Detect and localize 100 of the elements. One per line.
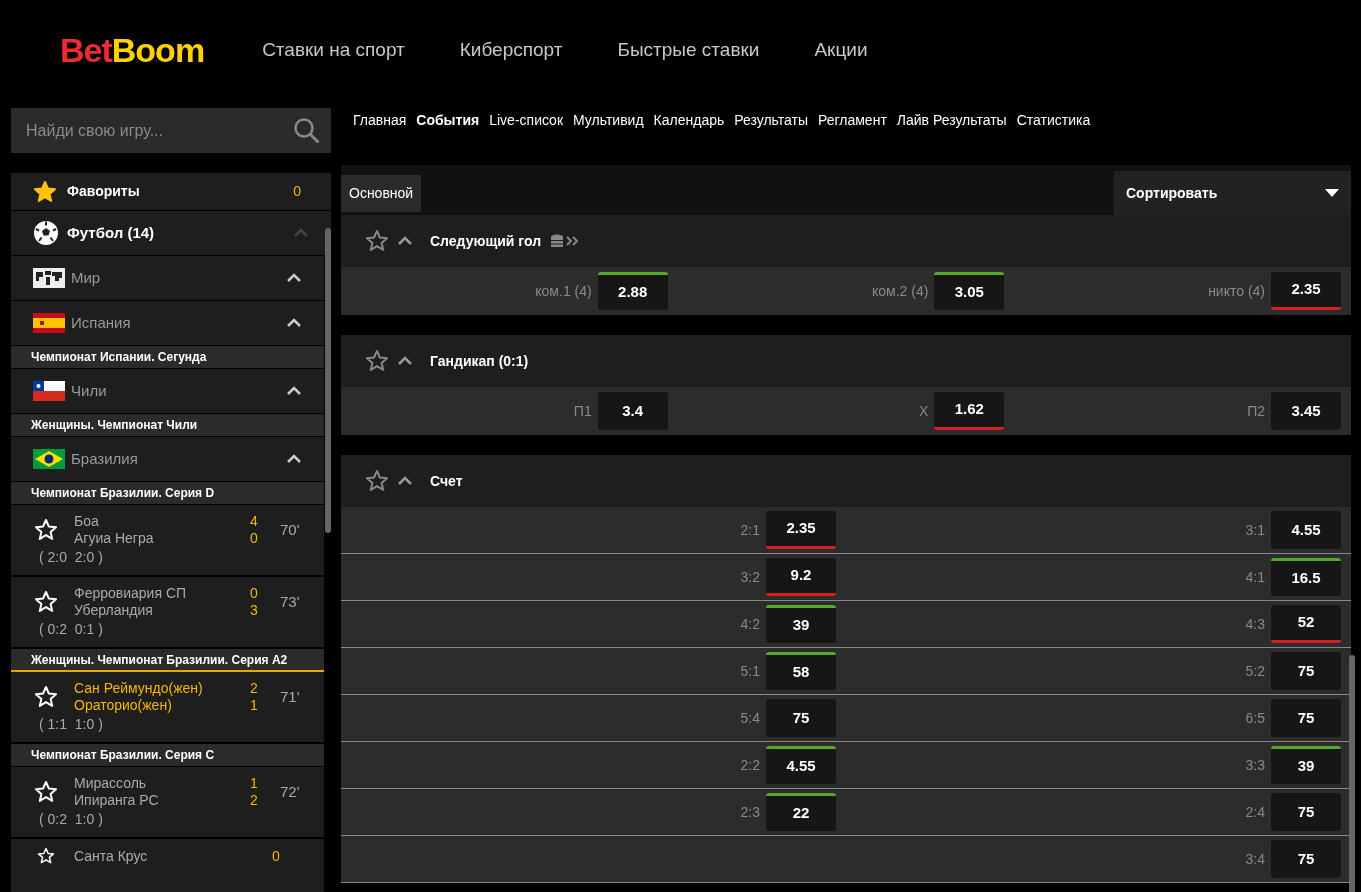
odds-button[interactable]: 2.35 — [1271, 272, 1341, 310]
menu-link[interactable]: Календарь — [653, 110, 725, 165]
odds-button[interactable]: 75 — [766, 699, 836, 737]
odds-button[interactable]: 3.45 — [1271, 392, 1341, 430]
menu-link[interactable]: Мультивид — [573, 110, 644, 165]
score: 2 — [250, 792, 259, 809]
sport-item[interactable]: Футбол (14) — [11, 211, 331, 256]
tab[interactable]: Основной — [341, 175, 422, 212]
league-item[interactable]: Чемпионат Бразилии. Серия С — [11, 744, 324, 767]
menu-link[interactable]: Регламент — [818, 110, 887, 165]
market-title: Счет — [430, 471, 463, 491]
caret-icon — [1325, 189, 1339, 197]
odds-button[interactable]: 75 — [1271, 840, 1341, 878]
league-item[interactable]: Чемпионат Испании. Сегунда — [11, 346, 324, 369]
menu-link[interactable]: Главная — [353, 110, 407, 165]
outcome-label: 2:3 — [740, 802, 760, 822]
search-input[interactable]: Найди свою игру... — [24, 117, 293, 144]
nav-link[interactable]: Акции — [814, 35, 868, 65]
search-field[interactable]: Найди свою игру... — [11, 108, 331, 153]
odds-button[interactable]: 39 — [1271, 746, 1341, 784]
star-icon[interactable] — [365, 349, 389, 373]
odds-button[interactable]: 75 — [1271, 652, 1341, 690]
score: 4 — [250, 513, 259, 530]
logo[interactable]: BetBoom — [60, 24, 205, 76]
sort-dropdown[interactable]: Сортировать — [1114, 171, 1351, 215]
odds-button[interactable]: 1.62 — [934, 392, 1005, 430]
score: 1 — [250, 775, 259, 792]
score: 0 — [272, 847, 281, 865]
odds-button[interactable]: 4.55 — [1271, 511, 1341, 549]
odds-button[interactable]: 4.55 — [766, 746, 836, 784]
menu-link[interactable]: Результаты — [734, 110, 808, 165]
favorites-item[interactable]: Фавориты 0 — [11, 173, 331, 211]
sport-label: Футбол (14) — [67, 222, 155, 243]
match-item[interactable]: Боа Агуиа Негра 4 0 70' ( 2:0 2:0 ) — [11, 505, 324, 577]
outcome-label: 2:2 — [740, 755, 760, 775]
country-item[interactable]: Испания — [11, 301, 324, 346]
star-icon[interactable] — [34, 590, 58, 614]
match-time: 70' — [280, 519, 301, 540]
odds-button[interactable]: 2.35 — [766, 511, 836, 549]
match-time: 73' — [280, 591, 301, 612]
nav-link[interactable]: Быстрые ставки — [617, 35, 760, 65]
odds-button[interactable]: 39 — [766, 605, 836, 643]
odds-button[interactable]: 58 — [766, 652, 836, 690]
star-icon[interactable] — [365, 469, 389, 493]
outcome-label: ком.1 (4) — [535, 281, 592, 301]
odds-button[interactable]: 2.88 — [597, 272, 668, 310]
match-item[interactable]: Мирассоль Ипиранга РС 1 2 72' ( 0:2 1:0 ) — [11, 767, 324, 839]
menu-link[interactable]: Статистика — [1016, 110, 1091, 165]
match-item[interactable]: Санта Крус 0 — [11, 839, 324, 892]
country-label: Чили — [71, 380, 107, 401]
search-icon[interactable] — [293, 116, 321, 145]
team-name: Боа — [74, 513, 100, 530]
star-icon[interactable] — [33, 179, 57, 204]
match-item[interactable]: Сан Реймундо(жен) Ораторио(жен) 2 1 71' ( 1:1 1:0 ) — [11, 672, 324, 744]
match-item[interactable]: Ферровиария СП Уберландия 0 3 73' ( 0:2 0:1 ) — [11, 577, 324, 649]
odds-button[interactable]: 16.5 — [1271, 558, 1341, 596]
scrollbar[interactable] — [325, 228, 331, 533]
league-item[interactable]: Чемпионат Бразилии. Серия D — [11, 482, 324, 505]
nav-link[interactable]: Киберспорт — [459, 35, 563, 65]
odds-button[interactable]: 9.2 — [766, 558, 836, 596]
team-name: Мирассоль — [74, 775, 148, 792]
score: 1 — [250, 697, 259, 714]
odds-button[interactable]: 22 — [766, 793, 836, 831]
odds-button[interactable]: 75 — [1271, 699, 1341, 737]
odds-button[interactable]: 75 — [1271, 793, 1341, 831]
star-icon[interactable] — [365, 229, 389, 253]
star-icon[interactable] — [34, 780, 58, 804]
country-item[interactable]: Бразилия — [11, 437, 324, 482]
menu-link[interactable]: События — [416, 110, 480, 165]
odds-button[interactable]: 3.4 — [597, 392, 668, 430]
chevron-icon[interactable] — [397, 476, 413, 486]
outcome-label: 2:1 — [740, 520, 760, 540]
flag-icon — [33, 381, 65, 401]
outcome-label: 4:3 — [1245, 614, 1265, 634]
chevron-icon[interactable] — [397, 236, 413, 246]
country-item[interactable]: Чили — [11, 369, 324, 414]
team-name: Уберландия — [74, 602, 154, 619]
country-label: Бразилия — [71, 448, 138, 469]
menu-link[interactable]: Лайв Результаты — [896, 110, 1007, 165]
menu-link[interactable]: Live-список — [489, 110, 564, 165]
nav-link[interactable]: Ставки на спорт — [262, 35, 405, 65]
country-label: Мир — [71, 267, 101, 288]
match-time: 71' — [280, 686, 301, 707]
outcome-label: 4:1 — [1245, 567, 1265, 587]
scrollbar[interactable] — [1349, 655, 1355, 892]
outcome-label: X — [919, 401, 929, 421]
team-name: Санта Крус — [74, 847, 149, 865]
match-time: 72' — [280, 781, 301, 802]
odds-button[interactable]: 3.05 — [934, 272, 1005, 310]
star-icon[interactable] — [34, 518, 58, 542]
market-title: Гандикап (0:1) — [430, 351, 529, 371]
chevron-icon[interactable] — [397, 356, 413, 366]
market-title: Следующий гол — [430, 231, 542, 251]
odds-button[interactable]: 52 — [1271, 605, 1341, 643]
league-item[interactable]: Женщины. Чемпионат Бразилии. Серия А2 — [11, 649, 324, 672]
country-item[interactable]: Мир — [11, 256, 324, 301]
star-icon[interactable] — [34, 685, 58, 709]
period-scores: ( 2:0 2:0 ) — [38, 548, 104, 567]
score: 3 — [250, 602, 259, 619]
league-item[interactable]: Женщины. Чемпионат Чили — [11, 414, 324, 437]
